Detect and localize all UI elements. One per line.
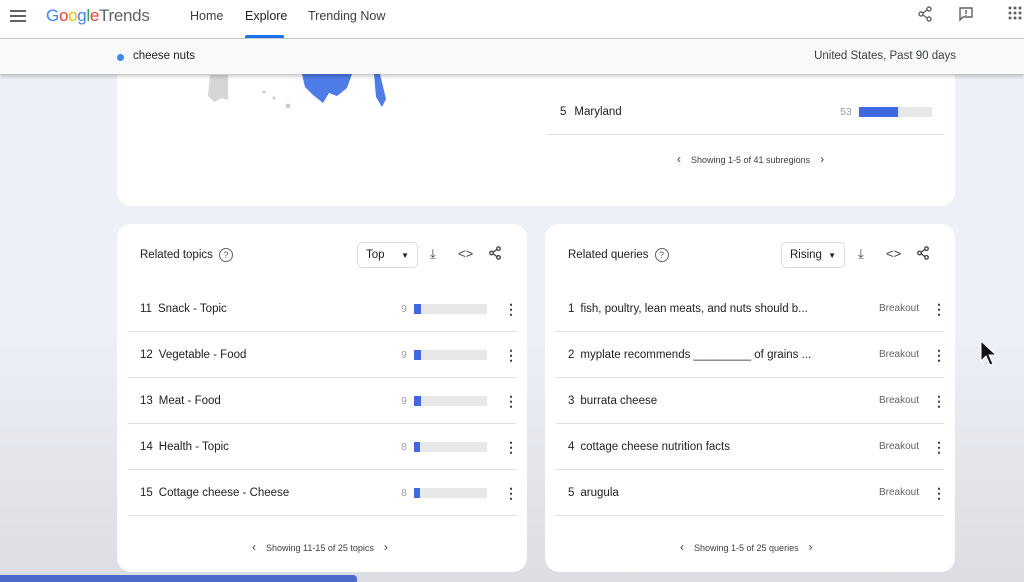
value-bar <box>414 395 487 406</box>
share-icon[interactable] <box>916 246 930 260</box>
more-options-icon[interactable]: ⋮ <box>932 348 946 362</box>
related-queries-title: Related queries? <box>568 248 669 262</box>
row-label: fish, poultry, lean meats, and nuts shou… <box>580 302 808 315</box>
row-value: 9 <box>401 348 407 361</box>
top-bar: GoogleTrends Home Explore Trending Now <box>0 0 1024 38</box>
status-bar-link-preview <box>0 575 357 582</box>
subregion-name: Maryland <box>574 105 622 118</box>
row-label: Cottage cheese - Cheese <box>158 486 290 499</box>
row-value: Breakout <box>879 395 920 406</box>
subregion-pager: ‹ Showing 1-5 of 41 subregions › <box>677 152 825 166</box>
row-value: Breakout <box>879 487 920 498</box>
query-row[interactable]: 1 fish, poultry, lean meats, and nuts sho… <box>556 286 946 332</box>
embed-code-icon[interactable]: <> <box>886 246 901 261</box>
row-label: cottage cheese nutrition facts <box>580 440 730 453</box>
share-icon[interactable] <box>917 6 933 22</box>
nav-explore[interactable]: Explore <box>245 9 287 23</box>
nav-trending-now[interactable]: Trending Now <box>308 9 385 23</box>
row-value: 9 <box>401 394 407 407</box>
more-options-icon[interactable]: ⋮ <box>932 302 946 316</box>
more-options-icon[interactable]: ⋮ <box>504 348 518 362</box>
value-bar <box>414 441 487 452</box>
more-options-icon[interactable]: ⋮ <box>504 440 518 454</box>
embed-code-icon[interactable]: <> <box>458 246 473 261</box>
row-label: myplate recommends _________ of grains .… <box>580 348 812 361</box>
subregion-row[interactable]: 5 Maryland 53 <box>547 89 944 135</box>
chevron-left-icon[interactable]: ‹ <box>680 540 684 554</box>
topic-row[interactable]: 15 Cottage cheese - Cheese 8 ⋮ <box>128 470 518 516</box>
query-row[interactable]: 5 arugula Breakout ⋮ <box>556 470 946 516</box>
row-label: Vegetable - Food <box>158 348 247 361</box>
more-options-icon[interactable]: ⋮ <box>504 486 518 500</box>
search-term[interactable]: cheese nuts <box>133 50 195 62</box>
row-value: Breakout <box>879 303 920 314</box>
apps-grid-icon[interactable] <box>1008 6 1022 20</box>
value-bar <box>414 349 487 360</box>
query-row[interactable]: 3 burrata cheese Breakout ⋮ <box>556 378 946 424</box>
query-row[interactable]: 4 cottage cheese nutrition facts Breakout ⋮ <box>556 424 946 470</box>
query-row[interactable]: 2 myplate recommends _________ of grains … <box>556 332 946 378</box>
search-term-bar: cheese nuts United States, Past 90 days <box>0 38 1024 74</box>
related-queries-card: Related queries? Rising ▼ ⤓ <> 1 fish, pou… <box>545 224 955 572</box>
download-icon[interactable]: ⤓ <box>430 246 436 262</box>
region-timeframe: United States, Past 90 days <box>814 50 956 62</box>
chevron-right-icon[interactable]: › <box>820 152 824 166</box>
help-icon[interactable]: ? <box>218 248 233 262</box>
value-bar <box>414 487 487 498</box>
caret-down-icon: ▼ <box>828 251 836 260</box>
subregion-bar <box>859 106 932 117</box>
row-label: burrata cheese <box>580 394 658 407</box>
us-map[interactable] <box>202 70 402 120</box>
chevron-left-icon[interactable]: ‹ <box>677 152 681 166</box>
nav-home[interactable]: Home <box>190 9 223 23</box>
row-value: 8 <box>401 440 407 453</box>
chevron-right-icon[interactable]: › <box>384 540 388 554</box>
subregion-value: 53 <box>840 105 852 118</box>
more-options-icon[interactable]: ⋮ <box>932 440 946 454</box>
help-icon[interactable]: ? <box>654 248 669 262</box>
topic-row[interactable]: 12 Vegetable - Food 9 ⋮ <box>128 332 518 378</box>
chevron-right-icon[interactable]: › <box>809 540 813 554</box>
topics-filter-dropdown[interactable]: Top ▼ <box>357 242 418 268</box>
download-icon[interactable]: ⤓ <box>858 246 864 262</box>
menu-icon[interactable] <box>10 9 26 23</box>
topic-row[interactable]: 13 Meat - Food 9 ⋮ <box>128 378 518 424</box>
row-value: 8 <box>401 486 407 499</box>
more-options-icon[interactable]: ⋮ <box>504 394 518 408</box>
more-options-icon[interactable]: ⋮ <box>932 486 946 500</box>
row-value: 9 <box>401 302 407 315</box>
topic-row[interactable]: 11 Snack - Topic 9 ⋮ <box>128 286 518 332</box>
share-icon[interactable] <box>488 246 502 260</box>
chevron-left-icon[interactable]: ‹ <box>252 540 256 554</box>
caret-down-icon: ▼ <box>401 251 409 260</box>
topics-pager: ‹ Showing 11-15 of 25 topics › <box>252 540 388 554</box>
value-bar <box>414 303 487 314</box>
row-label: Meat - Food <box>158 394 221 407</box>
related-topics-title: Related topics? <box>140 248 233 262</box>
more-options-icon[interactable]: ⋮ <box>504 302 518 316</box>
queries-pager: ‹ Showing 1-5 of 25 queries › <box>680 540 813 554</box>
row-label: Snack - Topic <box>157 302 227 315</box>
google-trends-logo[interactable]: GoogleTrends <box>46 6 150 26</box>
related-topics-card: Related topics? Top ▼ ⤓ <> 11 Snack - Topi… <box>117 224 527 572</box>
mouse-cursor-icon <box>980 340 996 366</box>
row-label: Health - Topic <box>158 440 229 453</box>
interest-by-subregion-card: 5 Maryland 53 ‹ Showing 1-5 of 41 subregi… <box>117 60 955 206</box>
queries-filter-dropdown[interactable]: Rising ▼ <box>781 242 845 268</box>
feedback-icon[interactable] <box>958 6 974 22</box>
row-value: Breakout <box>879 441 920 452</box>
topic-row[interactable]: 14 Health - Topic 8 ⋮ <box>128 424 518 470</box>
row-value: Breakout <box>879 349 920 360</box>
row-label: arugula <box>580 486 619 499</box>
more-options-icon[interactable]: ⋮ <box>932 394 946 408</box>
term-color-dot <box>117 54 124 61</box>
